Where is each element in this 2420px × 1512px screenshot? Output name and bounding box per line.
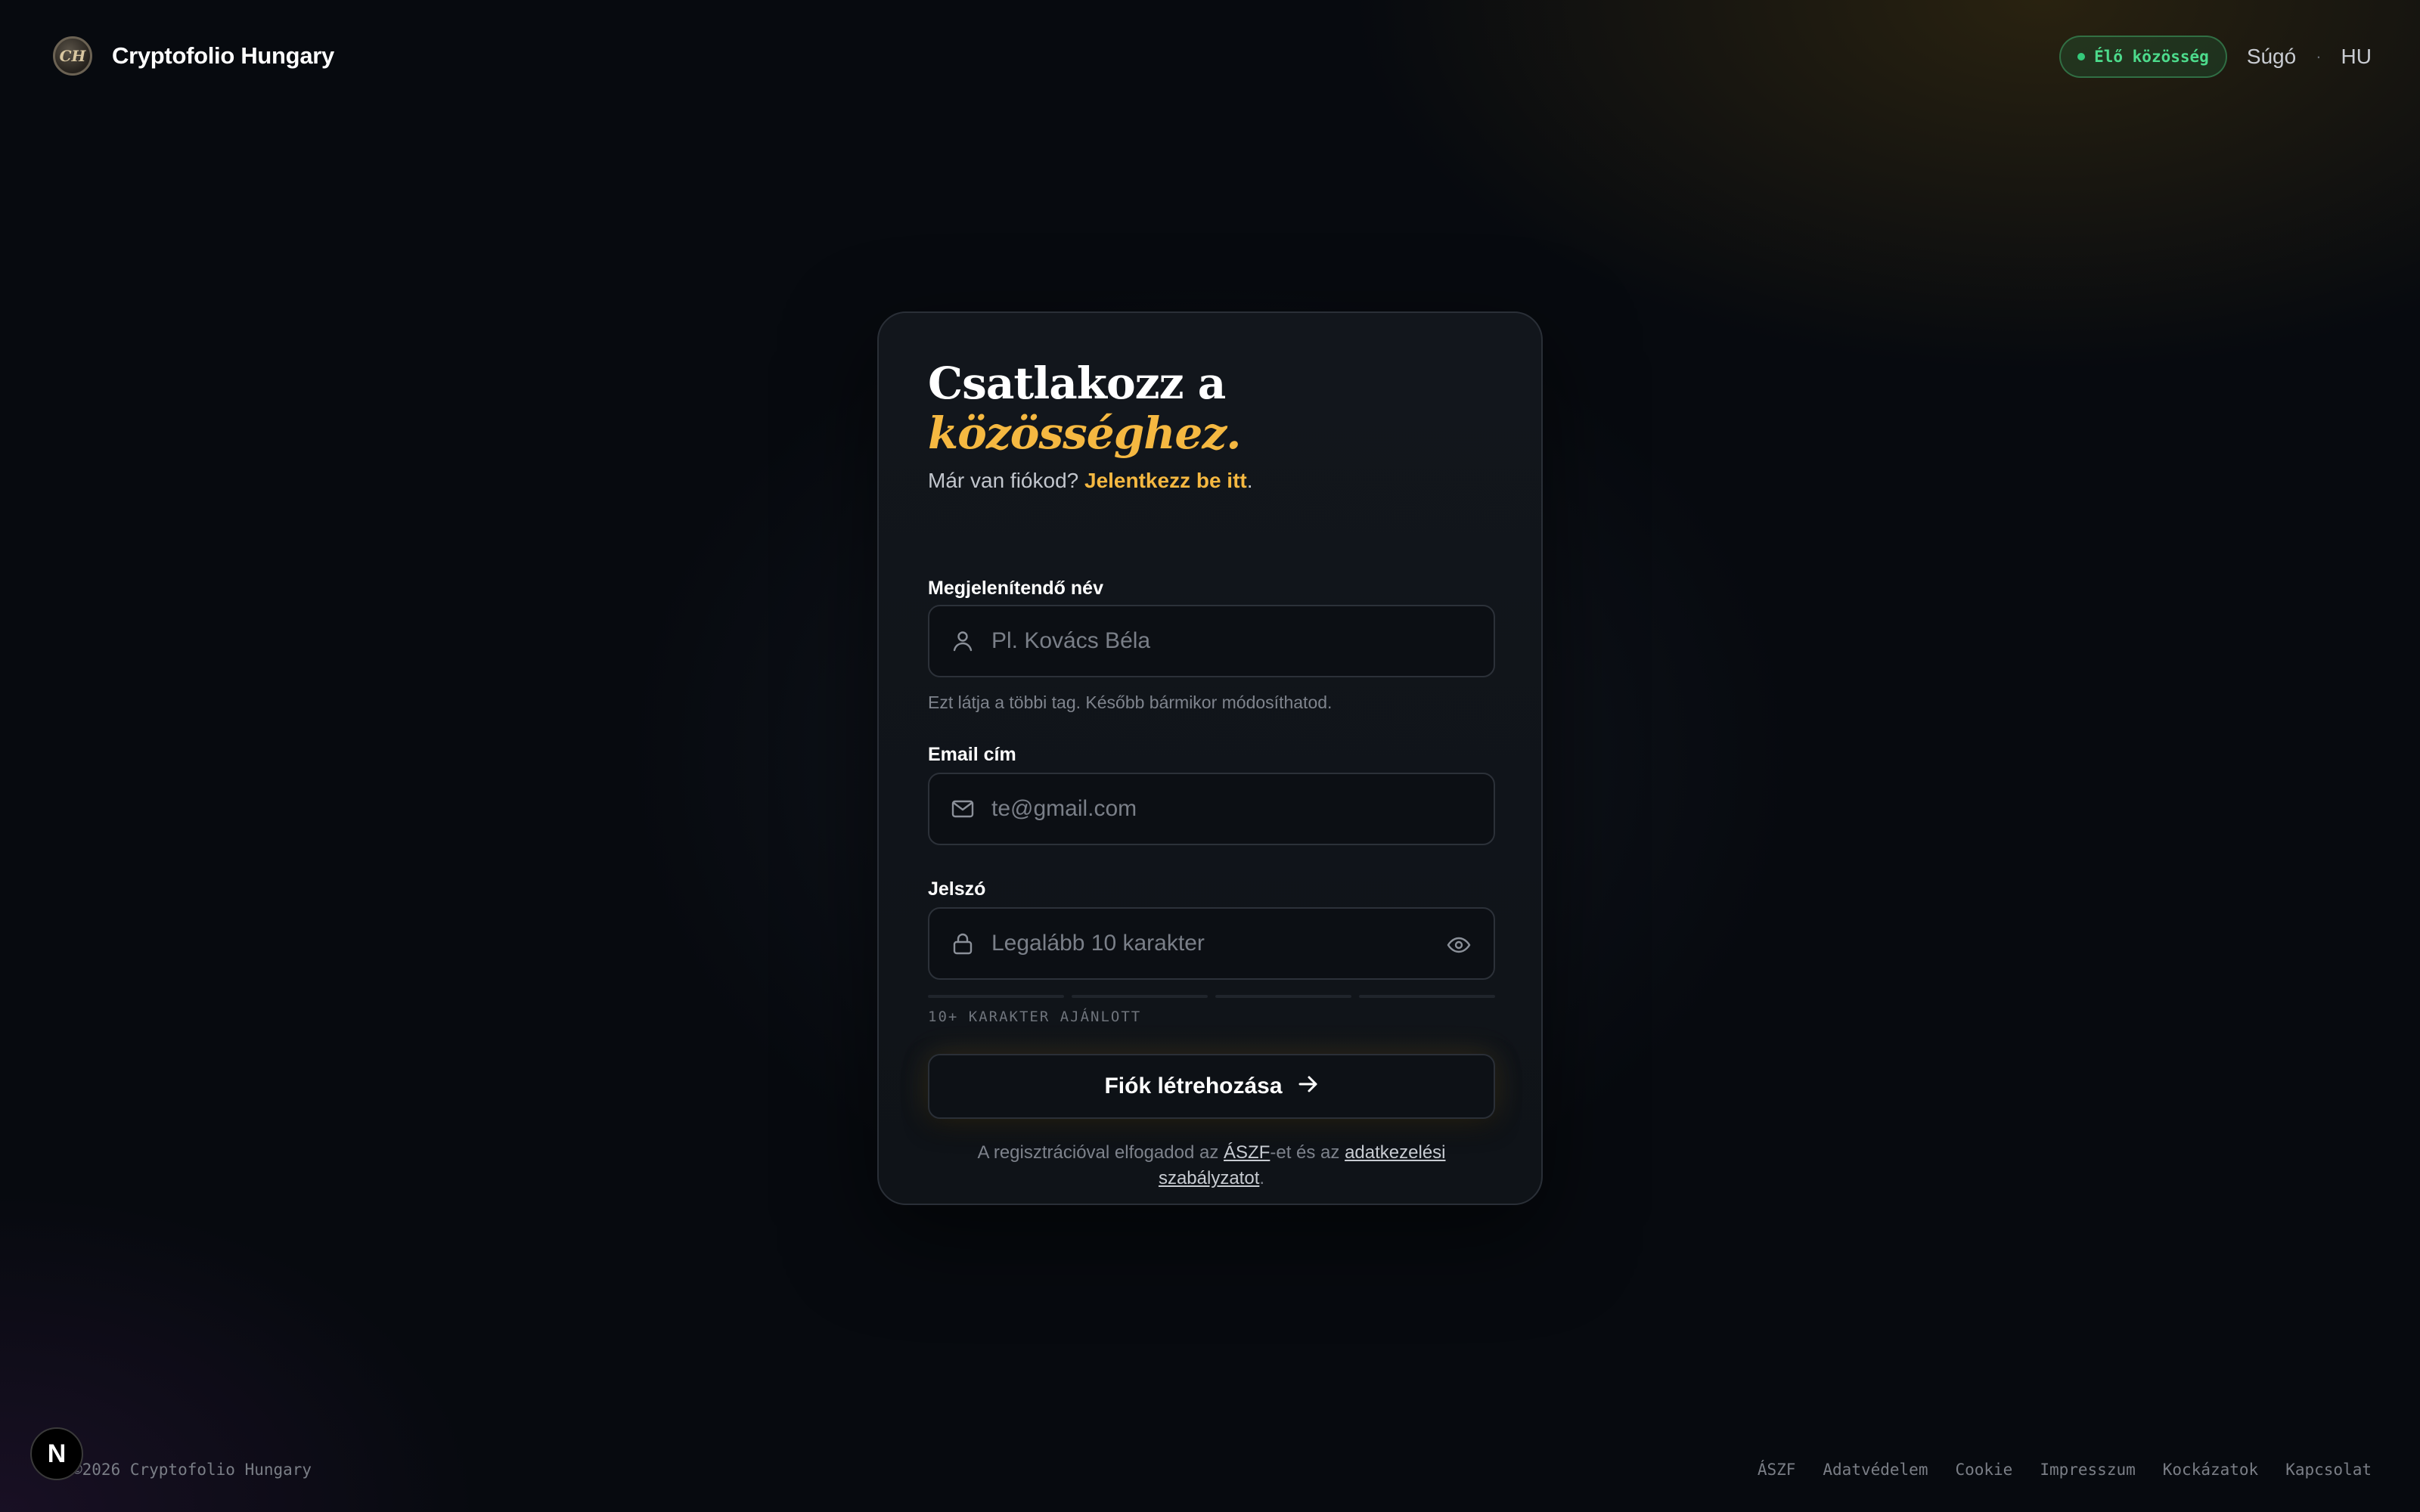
password-field[interactable] (928, 907, 1495, 980)
footer-link-terms[interactable]: ÁSZF (1758, 1461, 1796, 1479)
footer-links: ÁSZF Adatvédelem Cookie Impresszum Kocká… (1758, 1461, 2372, 1479)
header-actions: Élő közösség Súgó · HU (2059, 36, 2372, 78)
name-hint: Ezt látja a többi tag. Később bármikor m… (928, 692, 1333, 712)
display-name-field[interactable] (928, 605, 1495, 677)
display-name-input[interactable] (991, 628, 1494, 654)
copyright: ©2026 Cryptofolio Hungary (73, 1461, 312, 1479)
footer-link-imprint[interactable]: Impresszum (2040, 1461, 2135, 1479)
mail-icon (951, 797, 975, 821)
strength-segment (1359, 995, 1495, 998)
password-input[interactable] (991, 931, 1494, 956)
form-title-line1: Csatlakozz a (928, 358, 1226, 409)
create-account-label: Fiók létrehozása (1104, 1074, 1283, 1098)
arrow-right-icon (1298, 1074, 1319, 1099)
login-prompt-text: Már van fiókod? (928, 469, 1079, 492)
brand-logo: CH (53, 36, 92, 76)
footer-link-risks[interactable]: Kockázatok (2163, 1461, 2258, 1479)
top-bar: CH Cryptofolio Hungary Élő közösség Súgó… (0, 0, 2420, 113)
eye-icon[interactable] (1447, 933, 1471, 957)
login-prompt-end: . (1246, 469, 1253, 492)
n-badge-icon[interactable]: N (30, 1427, 83, 1480)
footer-link-privacy[interactable]: Adatvédelem (1823, 1461, 1928, 1479)
email-field[interactable] (928, 773, 1495, 845)
live-dot-icon (2077, 53, 2086, 60)
lock-icon (951, 931, 975, 956)
legal-end: . (1259, 1168, 1265, 1188)
strength-segment (1072, 995, 1208, 998)
legal-notice: A regisztrációval elfogadod az ÁSZF-et é… (958, 1140, 1465, 1191)
password-label: Jelszó (928, 878, 986, 900)
form-fields: Megjelenítendő név Ezt látja a többi tag… (928, 578, 1495, 1258)
strength-segment (1215, 995, 1351, 998)
user-icon (951, 629, 975, 653)
email-input[interactable] (991, 796, 1494, 822)
legal-prefix: A regisztrációval elfogadod az (977, 1142, 1219, 1163)
name-label: Megjelenítendő név (928, 578, 1103, 599)
login-prompt: Már van fiókod? Jelentkezz be itt. (928, 469, 1495, 493)
footer-link-cookie[interactable]: Cookie (1955, 1461, 2012, 1479)
brand-name: Cryptofolio Hungary (112, 42, 334, 69)
help-link[interactable]: Súgó (2247, 45, 2296, 69)
brand[interactable]: CH Cryptofolio Hungary (53, 36, 334, 76)
password-hint: 10+ KARAKTER AJÁNLOTT (928, 1009, 1142, 1025)
legal-middle: -et és az (1270, 1142, 1340, 1163)
create-account-button[interactable]: Fiók létrehozása (928, 1054, 1495, 1119)
form-title-line2: közösséghez. (928, 407, 1241, 459)
footer-link-contact[interactable]: Kapcsolat (2285, 1461, 2372, 1479)
email-label: Email cím (928, 744, 1016, 765)
register-card: Csatlakozz a közösséghez. Már van fiókod… (877, 311, 1543, 1205)
language-switch[interactable]: HU (2341, 45, 2372, 69)
strength-segment (928, 995, 1064, 998)
terms-link[interactable]: ÁSZF (1224, 1142, 1270, 1163)
password-strength-meter (928, 995, 1495, 998)
register-form: Csatlakozz a közösséghez. Már van fiókod… (928, 358, 1495, 1188)
login-link[interactable]: Jelentkezz be itt (1084, 469, 1247, 492)
nav-separator: · (2316, 47, 2322, 66)
live-community-badge: Élő közösség (2059, 36, 2227, 78)
live-badge-label: Élő közösség (2094, 48, 2209, 66)
